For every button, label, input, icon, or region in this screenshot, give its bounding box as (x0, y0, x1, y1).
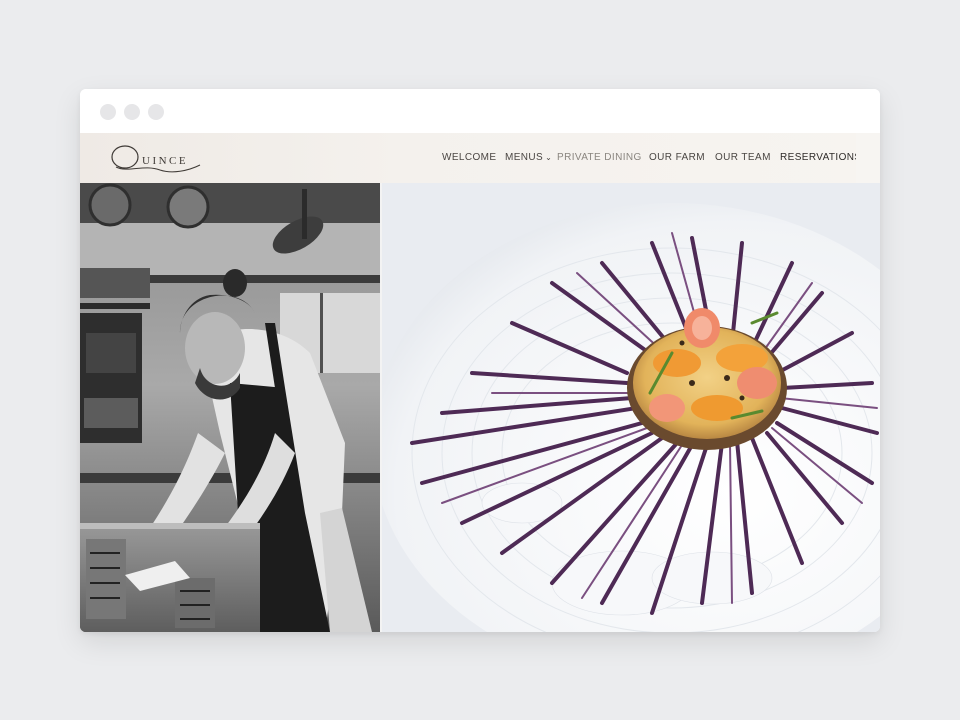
browser-window: UINCE WELCOME MENUS ⌄ PRIVATE DINING OUR … (80, 89, 880, 632)
chef-photo-image (80, 183, 380, 632)
nav-our-team[interactable]: OUR TEAM (715, 133, 771, 183)
nav-private-dining[interactable]: PRIVATE DINING (557, 133, 642, 183)
chef-photo (80, 183, 380, 632)
window-maximize-button[interactable] (148, 104, 164, 120)
sea-urchin-photo-image (382, 183, 880, 632)
quince-logo[interactable]: UINCE (108, 141, 208, 177)
sea-urchin-photo (382, 183, 880, 632)
window-close-button[interactable] (100, 104, 116, 120)
logo-wordmark: UINCE (142, 155, 189, 167)
nav-reservations[interactable]: RESERVATIONS (780, 133, 862, 183)
header-edge (856, 133, 880, 183)
chevron-down-icon: ⌄ (545, 153, 553, 162)
browser-titlebar (80, 89, 880, 133)
nav-menus[interactable]: MENUS ⌄ (505, 133, 552, 183)
site-header: UINCE WELCOME MENUS ⌄ PRIVATE DINING OUR … (80, 133, 880, 183)
nav-menus-label: MENUS (505, 152, 544, 163)
nav-welcome[interactable]: WELCOME (442, 133, 496, 183)
nav-our-farm[interactable]: OUR FARM (649, 133, 705, 183)
window-minimize-button[interactable] (124, 104, 140, 120)
